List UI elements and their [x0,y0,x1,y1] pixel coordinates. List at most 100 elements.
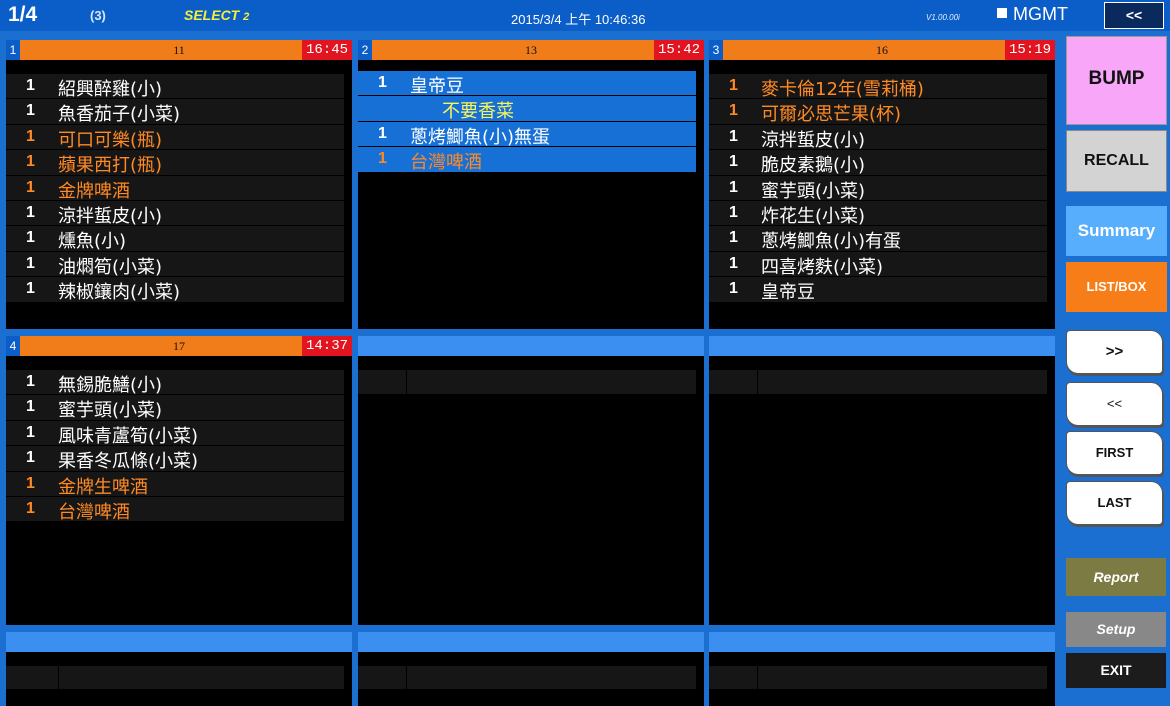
item-qty: 1 [729,229,738,247]
list-box-button[interactable]: LIST/BOX [1066,262,1167,312]
mgmt-toggle[interactable]: MGMT [997,4,1068,25]
order-item[interactable]: 1 蜜芋頭(小菜) [6,395,344,422]
order-item[interactable]: 1 皇帝豆 [709,277,1047,304]
mgmt-label: MGMT [1013,4,1068,24]
order-item[interactable]: 1 脆皮素鵝(小) [709,150,1047,176]
order-item[interactable]: 1 台灣啤酒 [6,496,344,523]
version: V1.00.00i [926,13,960,22]
order-number: 1 [6,40,20,60]
select-indicator: SELECT 2 [184,7,249,23]
item-name: 可爾必思芒果(杯) [761,104,902,126]
order-item[interactable]: 1 紹興醉雞(小) [6,74,344,100]
item-name: 無錫脆鱔(小) [58,375,163,396]
item-name: 蔥烤鯽魚(小)無蛋 [410,126,551,148]
order-item[interactable]: 1 金牌生啤酒 [6,471,344,498]
next-page-button[interactable]: >> [1066,330,1163,374]
item-name: 果香冬瓜條(小菜) [58,451,199,473]
select-number: 2 [243,11,250,23]
order-item[interactable]: 1 無錫脆鱔(小) [6,370,344,396]
empty-order-panel [358,632,704,706]
bump-button[interactable]: BUMP [1066,36,1167,125]
order-count: (3) [90,8,106,23]
order-item[interactable]: 1 蜜芋頭(小菜) [709,175,1047,202]
exit-button[interactable]: EXIT [1066,653,1166,688]
order-item[interactable]: 1 麥卡倫12年(雪莉桶) [709,74,1047,100]
order-panel-2[interactable]: 13 2 15:42 1 皇帝豆 不要香菜 1 蔥烤鯽魚(小)無蛋 1 台灣啤酒 [358,40,704,329]
first-page-button[interactable]: FIRST [1066,431,1163,475]
table-number: 16 [876,43,888,57]
order-header: 16 3 15:19 [709,40,1055,60]
summary-button[interactable]: Summary [1066,206,1167,256]
item-name: 蜜芋頭(小菜) [58,400,163,422]
order-item[interactable]: 1 辣椒鑲肉(小菜) [6,277,344,304]
item-qty: 1 [729,254,738,272]
order-item[interactable]: 1 四喜烤麩(小菜) [709,251,1047,278]
order-item[interactable]: 1 金牌啤酒 [6,175,344,202]
order-time: 15:19 [1004,40,1055,60]
item-name: 炸花生(小菜) [761,205,866,227]
item-name: 皇帝豆 [761,282,815,304]
order-item[interactable]: 1 台灣啤酒 [358,147,696,174]
order-item[interactable]: 1 可口可樂(瓶) [6,124,344,151]
order-item-modifier[interactable]: 不要香菜 [358,96,696,123]
empty-header [709,336,1055,356]
top-bar: 1/4 (3) SELECT 2 2015/3/4 上午 10:46:36 V1… [0,0,1170,31]
order-item[interactable]: 1 果香冬瓜條(小菜) [6,446,344,473]
last-page-button[interactable]: LAST [1066,481,1163,525]
item-name: 涼拌蜇皮(小) [58,205,163,227]
order-number: 4 [6,336,20,356]
setup-button[interactable]: Setup [1066,612,1166,647]
order-item[interactable]: 1 炸花生(小菜) [709,200,1047,227]
item-qty: 1 [26,229,35,247]
item-qty: 1 [26,499,35,517]
order-item[interactable]: 1 風味青蘆筍(小菜) [6,420,344,447]
table-number: 13 [525,43,537,57]
item-qty: 1 [26,153,35,171]
order-item[interactable]: 1 可爾必思芒果(杯) [709,99,1047,126]
order-item[interactable]: 1 蘋果西打(瓶) [6,150,344,176]
datetime: 2015/3/4 上午 10:46:36 [511,12,646,27]
item-name: 可口可樂(瓶) [58,129,163,151]
item-qty: 1 [729,77,738,94]
item-name: 風味青蘆筍(小菜) [58,425,199,447]
order-item[interactable]: 1 皇帝豆 [358,71,696,97]
table-number: 11 [173,43,185,57]
empty-header [358,632,704,652]
order-number: 2 [358,40,372,60]
previous-page-button[interactable]: << [1066,382,1163,426]
item-qty: 1 [26,178,35,196]
item-qty: 1 [26,449,35,467]
report-button[interactable]: Report [1066,558,1166,596]
order-panel-3[interactable]: 16 3 15:19 1 麥卡倫12年(雪莉桶) 1 可爾必思芒果(杯) 1 涼拌蜇皮… [709,40,1055,329]
order-item[interactable]: 1 油燜筍(小菜) [6,251,344,278]
item-qty: 1 [26,398,35,416]
item-name: 蔥烤鯽魚(小)有蛋 [761,231,902,253]
item-name: 辣椒鑲肉(小菜) [58,282,181,304]
order-item[interactable]: 1 涼拌蜇皮(小) [6,200,344,227]
back-button[interactable]: << [1104,2,1164,29]
order-panel-1[interactable]: 11 1 16:45 1 紹興醉雞(小) 1 魚香茄子(小菜) 1 可口可樂(瓶) 1… [6,40,352,329]
order-item[interactable]: 1 蔥烤鯽魚(小)無蛋 [358,121,696,148]
order-item[interactable]: 1 燻魚(小) [6,226,344,252]
item-qty: 1 [26,280,35,298]
recall-button[interactable]: RECALL [1066,130,1167,192]
order-item[interactable]: 1 涼拌蜇皮(小) [709,124,1047,151]
item-qty: 1 [26,127,35,145]
order-item[interactable]: 1 魚香茄子(小菜) [6,99,344,126]
order-time: 14:37 [301,336,352,356]
item-name: 台灣啤酒 [410,152,482,174]
empty-header [709,632,1055,652]
empty-row [709,370,1047,396]
item-qty: 1 [26,254,35,272]
item-modifier: 不要香菜 [442,101,514,123]
empty-order-panel [709,336,1055,625]
order-item[interactable]: 1 蔥烤鯽魚(小)有蛋 [709,226,1047,253]
item-name: 皇帝豆 [410,76,464,97]
square-icon [997,8,1007,18]
item-name: 油燜筍(小菜) [58,256,163,278]
order-panel-4[interactable]: 17 4 14:37 1 無錫脆鱔(小) 1 蜜芋頭(小菜) 1 風味青蘆筍(小菜) … [6,336,352,625]
item-name: 涼拌蜇皮(小) [761,129,866,151]
item-qty: 1 [26,423,35,441]
item-name: 魚香茄子(小菜) [58,104,181,126]
item-name: 麥卡倫12年(雪莉桶) [761,79,924,100]
